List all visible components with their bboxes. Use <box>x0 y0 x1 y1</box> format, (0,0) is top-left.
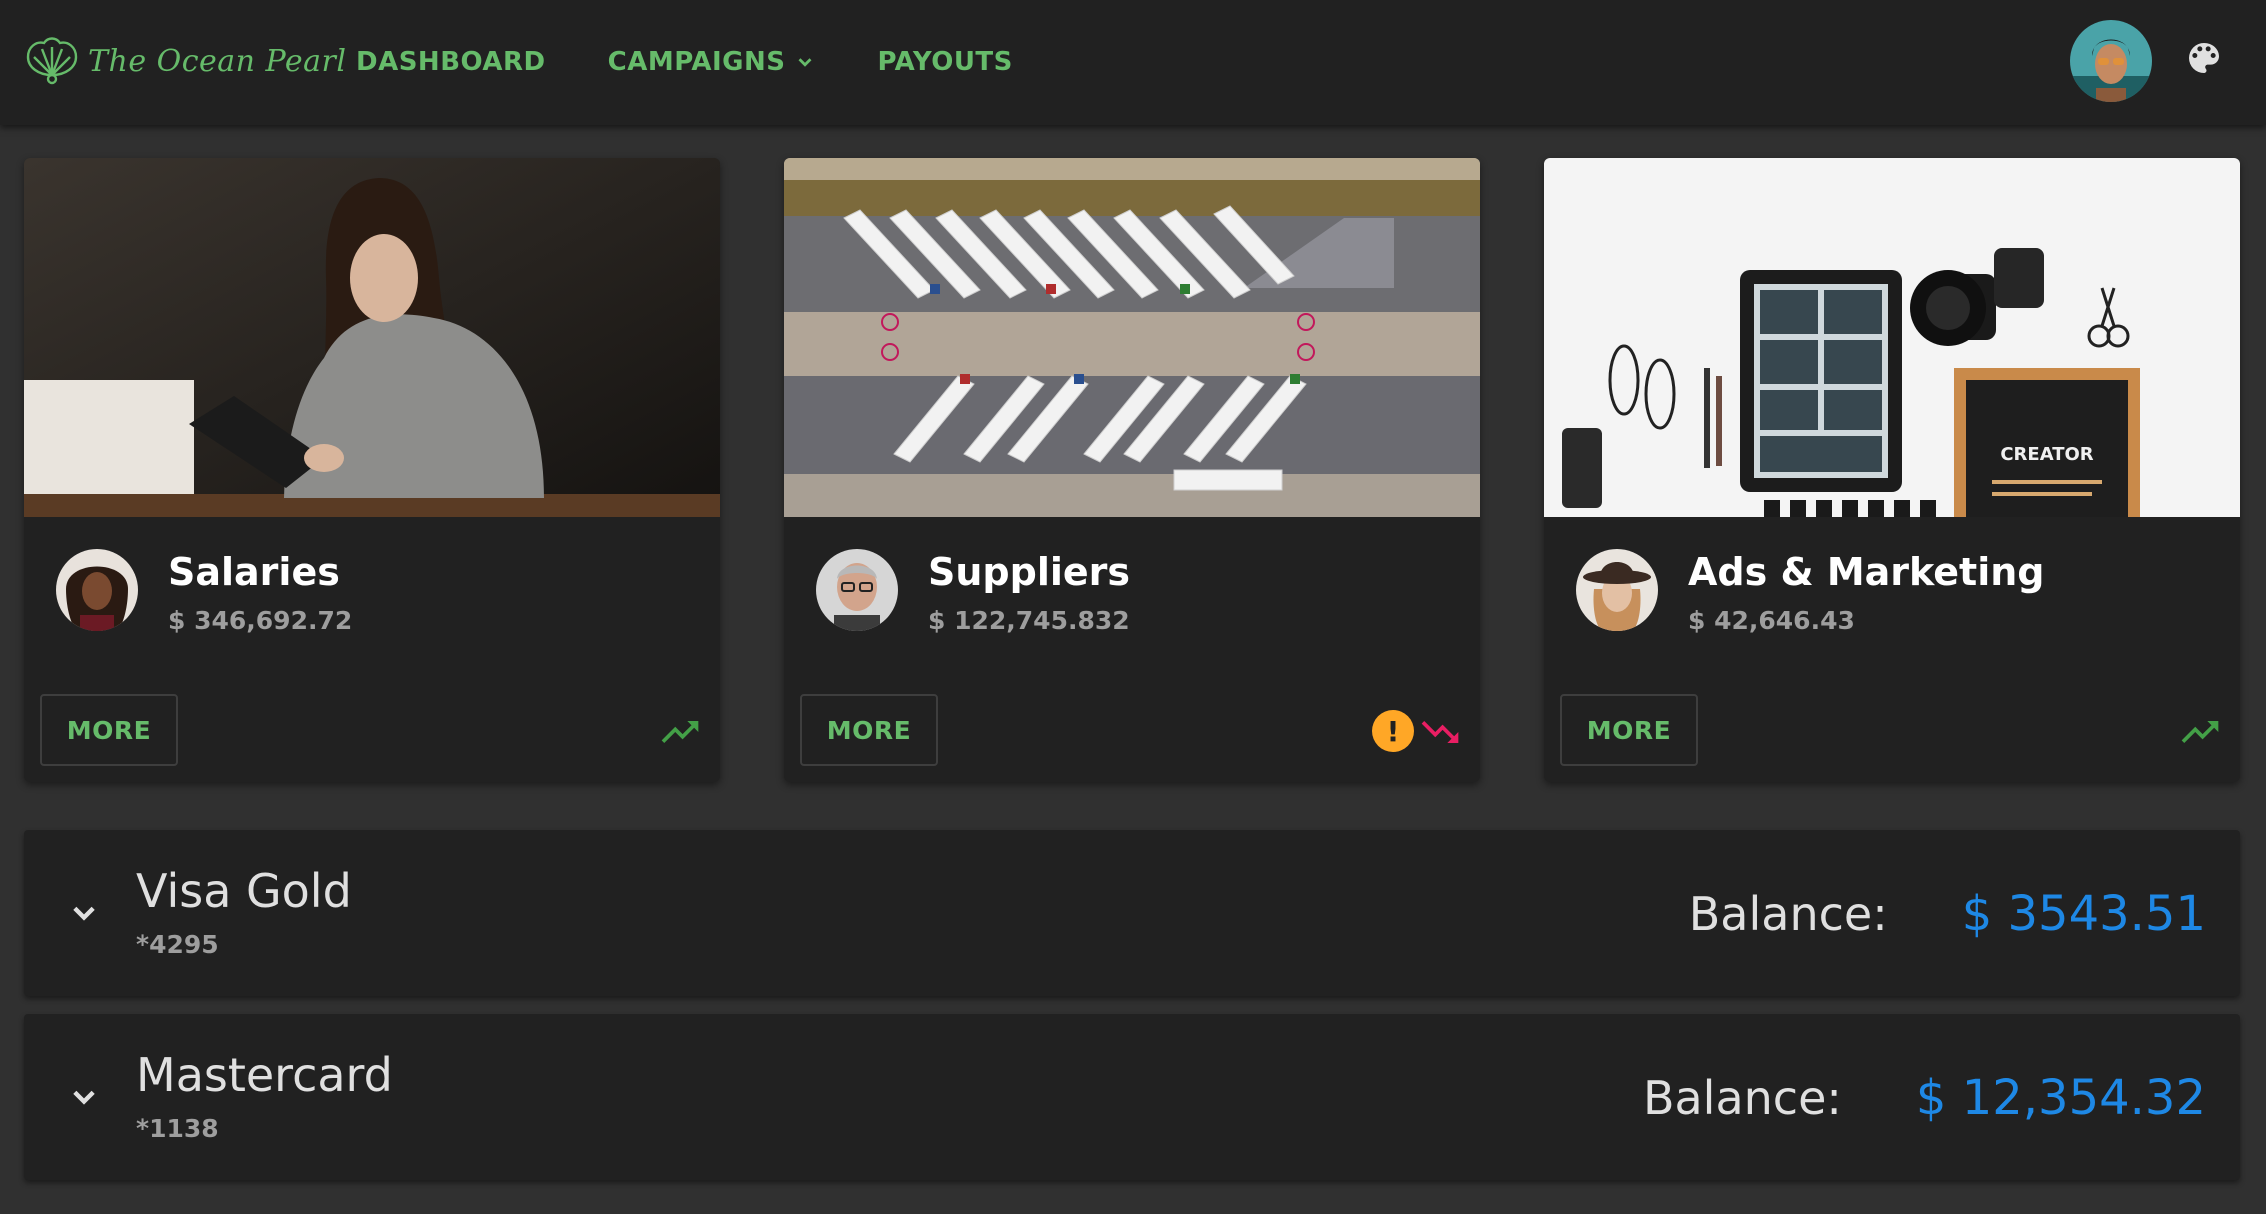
user-avatar-image <box>2070 20 2152 102</box>
card-title: Ads & Marketing <box>1688 550 2045 594</box>
brand[interactable]: The Ocean Pearl <box>22 28 346 94</box>
balance-label: Balance: <box>1642 1071 1842 1125</box>
account-balance: Balance: $ 12,354.32 <box>1643 1070 2206 1126</box>
creator-board-text: CREATOR <box>2000 444 2093 465</box>
nav-payouts[interactable]: PAYOUTS <box>878 47 1013 77</box>
more-button[interactable]: MORE <box>800 694 938 766</box>
palette-icon[interactable] <box>2184 38 2224 78</box>
account-panel-visa-gold[interactable]: Visa Gold *4295 Balance: $ 3543.51 <box>24 830 2240 996</box>
nav-campaigns[interactable]: CAMPAIGNS <box>608 47 816 77</box>
warning-icon: ! <box>1372 710 1414 752</box>
account-balance: Balance: $ 3543.51 <box>1689 886 2206 942</box>
account-number: *4295 <box>136 930 219 959</box>
balance-value: $ 3543.51 <box>1961 886 2206 942</box>
app-bar: The Ocean Pearl DASHBOARD CAMPAIGNS PAYO… <box>0 0 2266 125</box>
chevron-down-icon <box>798 58 811 67</box>
trending-up-icon <box>661 721 699 743</box>
brand-name: The Ocean Pearl <box>88 43 347 79</box>
card-suppliers: Suppliers $ 122,745.832 MORE ! <box>784 158 1480 782</box>
card-image-trucks-parking <box>784 158 1480 517</box>
nav-payouts-label: PAYOUTS <box>877 47 1013 77</box>
balance-label: Balance: <box>1688 887 1888 941</box>
avatar <box>816 549 898 631</box>
card-amount: $ 42,646.43 <box>1688 606 1855 635</box>
card-ads-marketing: CREATOR Ads & Marketing $ 42,646.43 MORE <box>1544 158 2240 782</box>
account-name: Visa Gold <box>136 864 352 918</box>
more-button[interactable]: MORE <box>40 694 178 766</box>
user-avatar[interactable] <box>2070 20 2152 102</box>
nav-campaigns-label: CAMPAIGNS <box>607 47 786 77</box>
card-image-woman-tablet <box>24 158 720 517</box>
nav-dashboard[interactable]: DASHBOARD <box>356 47 546 77</box>
avatar <box>1576 549 1658 631</box>
main-nav: DASHBOARD CAMPAIGNS PAYOUTS <box>356 40 1075 84</box>
chevron-down-icon[interactable] <box>62 890 106 934</box>
more-button[interactable]: MORE <box>1560 694 1698 766</box>
account-name: Mastercard <box>136 1048 393 1102</box>
shell-logo-icon <box>26 37 78 85</box>
card-title: Salaries <box>168 550 340 594</box>
trending-down-icon <box>1421 721 1459 743</box>
card-title: Suppliers <box>928 550 1131 594</box>
card-image-creator-desk: CREATOR <box>1544 158 2240 517</box>
account-number: *1138 <box>136 1114 219 1143</box>
balance-value: $ 12,354.32 <box>1915 1070 2206 1126</box>
account-panel-mastercard[interactable]: Mastercard *1138 Balance: $ 12,354.32 <box>24 1014 2240 1180</box>
nav-dashboard-label: DASHBOARD <box>356 47 546 77</box>
card-salaries: Salaries $ 346,692.72 MORE <box>24 158 720 782</box>
trending-up-icon <box>2181 721 2219 743</box>
card-amount: $ 346,692.72 <box>168 606 353 635</box>
avatar <box>56 549 138 631</box>
chevron-down-icon[interactable] <box>62 1074 106 1118</box>
card-amount: $ 122,745.832 <box>928 606 1130 635</box>
